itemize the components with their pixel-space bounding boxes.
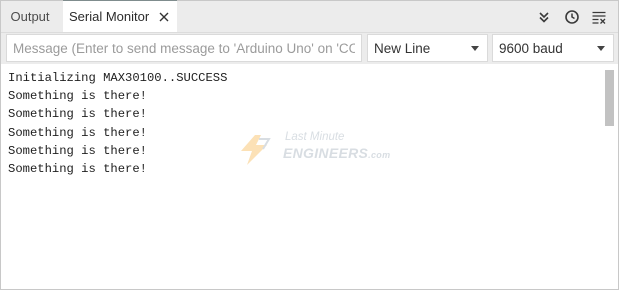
watermark-suffix: .com <box>368 150 391 160</box>
watermark-brand: ENGINEERS <box>283 145 369 161</box>
message-input[interactable] <box>6 34 362 62</box>
output-line: Something is there! <box>8 89 147 104</box>
tab-bar: Output Serial Monitor <box>1 0 618 33</box>
output-lines: Initializing MAX30100..SUCCESS Something… <box>8 69 227 178</box>
serial-monitor-panel: Output Serial Monitor New Line 9600 baud <box>0 0 619 290</box>
tab-output[interactable]: Output <box>1 1 59 32</box>
baud-rate-value: 9600 baud <box>499 41 563 56</box>
tab-serial-monitor-label: Serial Monitor <box>69 9 150 24</box>
output-line: Something is there! <box>8 125 147 140</box>
line-ending-select[interactable]: New Line <box>367 34 488 62</box>
line-ending-value: New Line <box>374 41 431 56</box>
baud-rate-select[interactable]: 9600 baud <box>492 34 614 62</box>
watermark: Last Minute ENGINEERS.com <box>233 131 403 169</box>
watermark-line2: ENGINEERS.com <box>283 145 390 161</box>
serial-output-area[interactable]: Initializing MAX30100..SUCCESS Something… <box>1 65 618 289</box>
close-icon[interactable] <box>158 11 170 23</box>
chevron-down-icon <box>597 46 605 51</box>
output-line: Something is there! <box>8 162 147 177</box>
tab-output-label: Output <box>10 9 50 24</box>
vertical-scrollbar[interactable] <box>605 70 614 126</box>
clear-output-icon[interactable] <box>591 9 607 25</box>
output-line: Something is there! <box>8 143 147 158</box>
tab-serial-monitor[interactable]: Serial Monitor <box>63 0 177 32</box>
output-line: Something is there! <box>8 107 147 122</box>
output-line: Initializing MAX30100..SUCCESS <box>8 71 228 85</box>
lightning-bolt-logo <box>241 135 271 165</box>
watermark-line1: Last Minute <box>285 131 345 143</box>
clock-icon[interactable] <box>564 9 580 25</box>
chevron-down-icon <box>471 46 479 51</box>
double-chevron-down-icon[interactable] <box>536 9 552 25</box>
serial-toolbar: New Line 9600 baud <box>1 33 618 64</box>
